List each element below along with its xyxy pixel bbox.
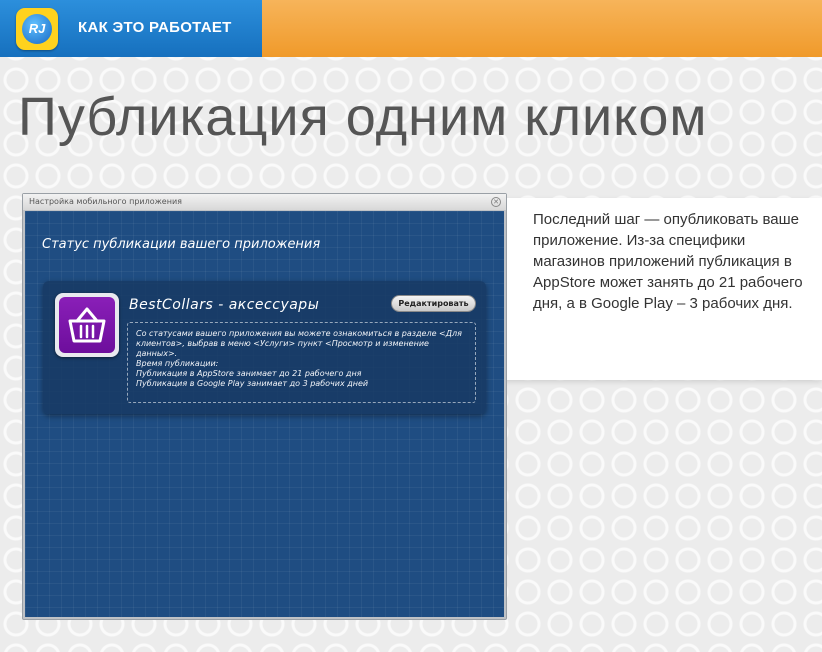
edit-button[interactable]: Редактировать — [391, 295, 476, 312]
window-titlebar: Настройка мобильного приложения ✕ — [23, 194, 506, 210]
info-text: Последний шаг — опубликовать ваше прилож… — [533, 211, 803, 312]
googleplay-time-text: Публикация в Google Play занимает до 3 р… — [136, 379, 369, 388]
app-name: BestCollars - аксессуары — [129, 297, 320, 313]
app-card: BestCollars - аксессуары Редактировать С… — [43, 281, 486, 414]
top-header: RJ КАК ЭТО РАБОТАЕТ — [0, 0, 822, 57]
rj-logo-icon[interactable]: RJ — [16, 8, 58, 50]
status-heading: Статус публикации вашего приложения — [42, 237, 321, 252]
close-icon[interactable]: ✕ — [491, 197, 501, 207]
logo-label: RJ — [22, 14, 52, 44]
header-title: КАК ЭТО РАБОТАЕТ — [78, 19, 232, 36]
window-body: Статус публикации вашего приложения Best… — [25, 211, 504, 617]
publish-time-label: Время публикации: — [136, 359, 219, 368]
header-blue-section: RJ КАК ЭТО РАБОТАЕТ — [0, 0, 262, 57]
status-info-text: Со статусами вашего приложения вы можете… — [136, 329, 462, 358]
page-title: Публикация одним кликом — [18, 87, 708, 147]
app-settings-window: Настройка мобильного приложения ✕ Статус… — [22, 193, 507, 620]
window-title: Настройка мобильного приложения — [29, 197, 182, 206]
app-icon-frame — [55, 293, 119, 357]
publication-info-box: Со статусами вашего приложения вы можете… — [127, 322, 476, 403]
header-orange-section — [262, 0, 822, 57]
info-panel: Последний шаг — опубликовать ваше прилож… — [505, 198, 822, 380]
shopping-basket-icon — [59, 297, 115, 353]
appstore-time-text: Публикация в AppStore занимает до 21 раб… — [136, 369, 362, 378]
